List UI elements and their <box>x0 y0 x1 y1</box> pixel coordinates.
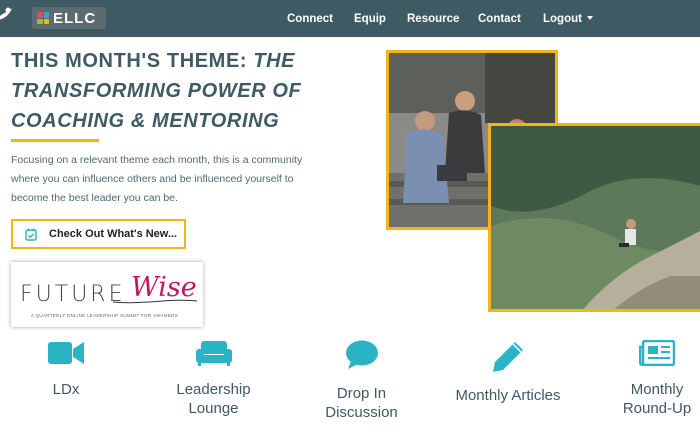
chat-bubble-icon <box>345 340 378 369</box>
sofa-icon <box>195 341 232 366</box>
nav-item-resource[interactable]: Resource <box>407 13 459 25</box>
feature-label-line2: Discussion <box>325 404 398 421</box>
title-line-2: TRANSFORMING POWER OF <box>11 80 302 102</box>
logout-label: Logout <box>543 12 582 25</box>
newspaper-icon <box>639 340 675 366</box>
feature-ldx[interactable]: LDx <box>26 340 106 399</box>
feature-label-line1: Monthly <box>630 381 684 398</box>
feature-label-line1: Leadership <box>176 381 251 398</box>
ellc-logo[interactable]: ELLC <box>32 7 106 29</box>
logo-grid-icon <box>37 12 49 24</box>
nav-item-connect[interactable]: Connect <box>287 13 333 25</box>
feature-label-line1: Drop In <box>336 385 387 402</box>
page-title: THIS MONTH'S THEME: THE TRANSFORMING POW… <box>11 46 341 136</box>
futurewise-logo-future: FUTURE <box>20 282 126 307</box>
cta-label: Check Out What's New... <box>49 228 178 240</box>
feature-label-line2: Round-Up <box>622 400 692 417</box>
futurewise-tagline: A QUARTERLY ONLINE LEADERSHIP SUMMIT FOR… <box>31 313 179 318</box>
feature-label: LDx <box>52 381 80 398</box>
feature-monthly-articles[interactable]: Monthly Articles <box>444 340 572 405</box>
title-italic-start: THE <box>253 50 296 72</box>
calendar-check-icon <box>25 228 37 241</box>
mountain-photo-image <box>491 126 700 309</box>
mountain-photo <box>488 123 700 312</box>
feature-drop-in-discussion[interactable]: Drop In Discussion <box>314 340 409 422</box>
nav-item-equip[interactable]: Equip <box>354 13 386 25</box>
nav-item-logout[interactable]: Logout <box>543 13 593 25</box>
nav-item-contact[interactable]: Contact <box>478 13 521 25</box>
top-navigation-bar: ELLC Connect Equip Resource Contact Logo… <box>0 0 700 37</box>
swoosh-underline-icon <box>112 299 198 304</box>
swoosh-logo-icon[interactable] <box>0 4 16 28</box>
feature-label-line2: Lounge <box>188 400 239 417</box>
title-underline <box>11 139 99 142</box>
chevron-down-icon <box>586 16 593 21</box>
title-line-3: COACHING & MENTORING <box>11 110 280 132</box>
futurewise-logo-card[interactable]: FUTURE Wise A QUARTERLY ONLINE LEADERSHI… <box>11 262 203 327</box>
pen-icon <box>493 342 523 372</box>
check-out-whats-new-button[interactable]: Check Out What's New... <box>11 219 186 249</box>
video-camera-icon <box>48 342 84 364</box>
feature-label: Monthly Articles <box>455 387 561 404</box>
logo-text: ELLC <box>53 9 97 27</box>
hero-description: Focusing on a relevant theme each month,… <box>11 154 303 204</box>
feature-monthly-round-up[interactable]: Monthly Round-Up <box>612 340 700 418</box>
title-prefix: THIS MONTH'S THEME: <box>11 50 254 72</box>
feature-leadership-lounge[interactable]: Leadership Lounge <box>166 340 261 418</box>
